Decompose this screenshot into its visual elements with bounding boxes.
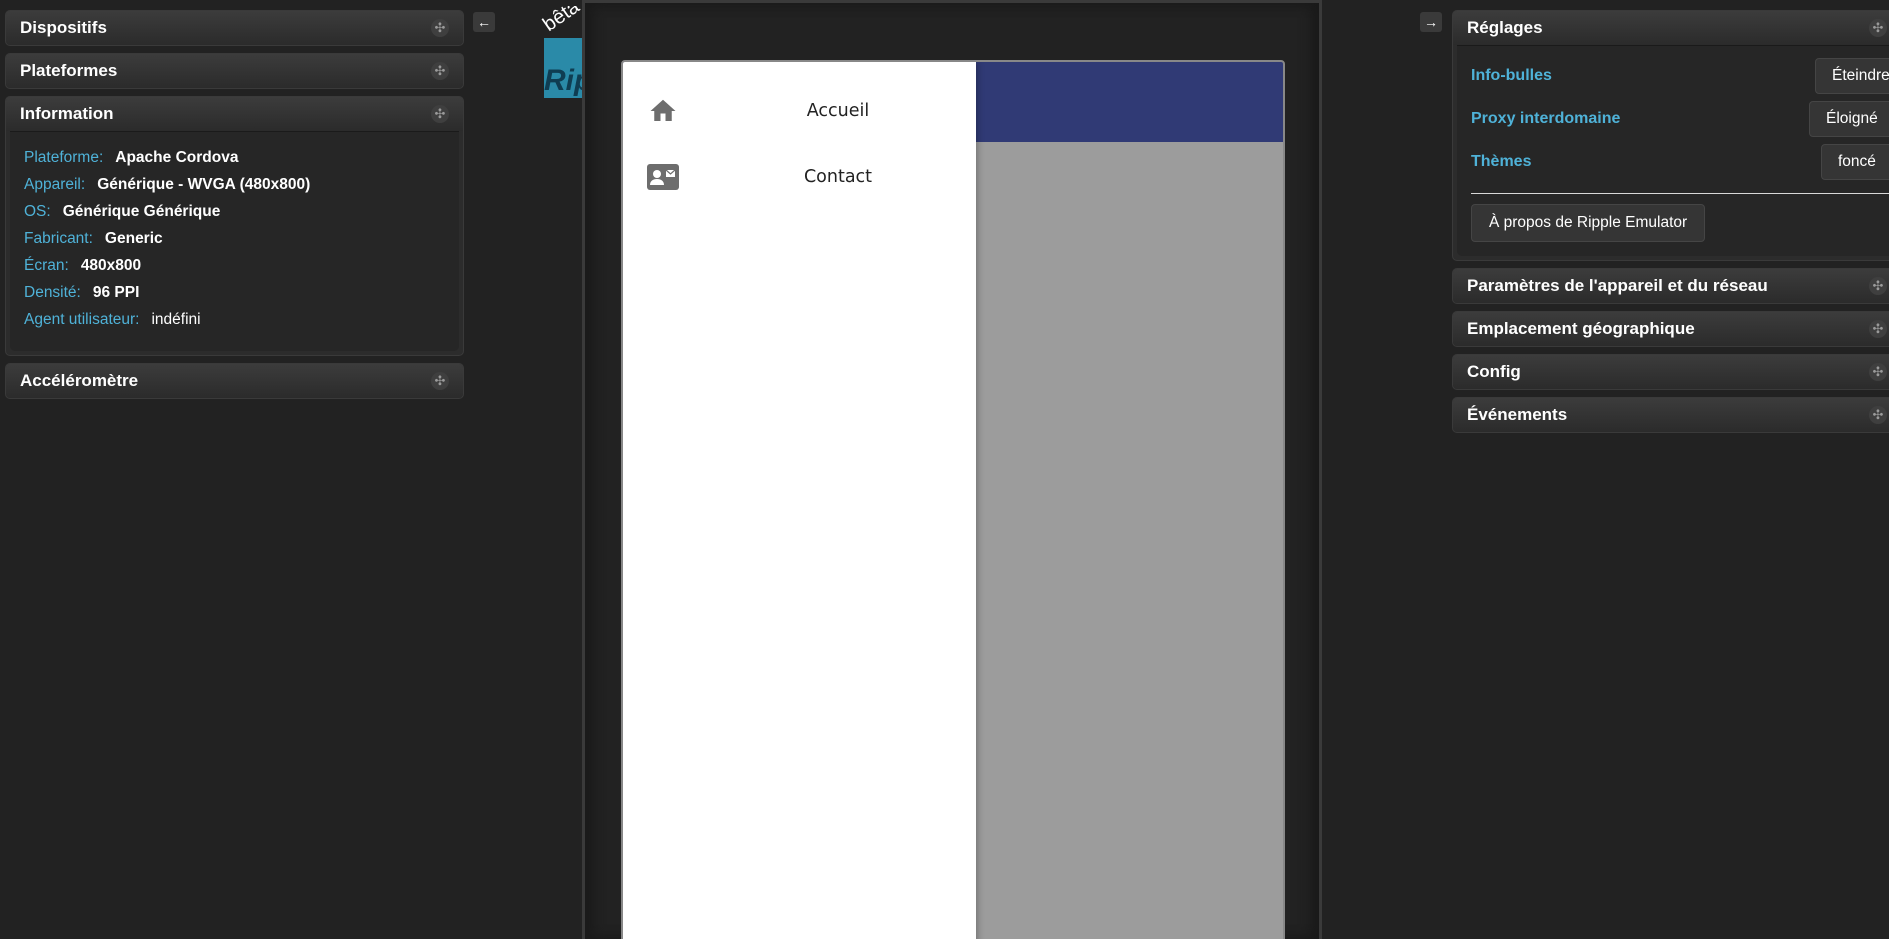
info-value: 96 PPI	[92, 283, 140, 301]
panel-title: Emplacement géographique	[1467, 319, 1695, 338]
move-handle-icon[interactable]: ✣	[431, 105, 449, 123]
panel-accelerometer: Accéléromètre ✣	[5, 363, 464, 399]
info-label: Appareil:	[24, 175, 86, 193]
info-value: Générique Générique	[62, 202, 221, 220]
panel-events: Événements ✣	[1452, 397, 1889, 433]
about-ripple-button[interactable]: À propos de Ripple Emulator	[1471, 204, 1706, 242]
panel-title: Événements	[1467, 405, 1568, 424]
info-row-platform: Plateforme: Apache Cordova	[24, 144, 445, 171]
left-panel-column: Dispositifs ✣ Plateformes ✣ Information …	[5, 10, 464, 406]
panel-title: Accéléromètre	[20, 371, 139, 390]
move-handle-icon[interactable]: ✣	[431, 19, 449, 37]
info-row-device: Appareil: Générique - WVGA (480x800)	[24, 171, 445, 198]
setting-row-tooltips: Info-bulles Éteindre	[1471, 54, 1889, 97]
panel-events-header[interactable]: Événements ✣	[1453, 398, 1889, 432]
panel-devices: Dispositifs ✣	[5, 10, 464, 46]
panel-title: Réglages	[1467, 18, 1543, 37]
panel-geolocation-header[interactable]: Emplacement géographique ✣	[1453, 312, 1889, 346]
move-handle-icon[interactable]: ✣	[1869, 277, 1887, 295]
panel-config: Config ✣	[1452, 354, 1889, 390]
info-value: 480x800	[80, 256, 142, 274]
panel-devices-header[interactable]: Dispositifs ✣	[6, 11, 463, 45]
move-handle-icon[interactable]: ✣	[1869, 363, 1887, 381]
panel-information: Information ✣ Plateforme: Apache Cordova…	[5, 96, 464, 356]
right-panel-column: Réglages ✣ Info-bulles Éteindre Proxy in…	[1452, 10, 1889, 440]
panel-title: Dispositifs	[20, 18, 107, 37]
setting-row-proxy: Proxy interdomaine Éloigné	[1471, 97, 1889, 140]
move-handle-icon[interactable]: ✣	[431, 62, 449, 80]
info-value: Generic	[104, 229, 163, 247]
drawer-item-home[interactable]: Accueil	[623, 78, 976, 144]
information-body: Plateforme: Apache Cordova Appareil: Gén…	[10, 131, 459, 351]
settings-divider	[1471, 193, 1889, 194]
logo-text: Rip	[544, 64, 583, 97]
info-label: Fabricant:	[24, 229, 93, 247]
panel-platforms: Plateformes ✣	[5, 53, 464, 89]
theme-select-button[interactable]: foncé	[1821, 143, 1889, 180]
panel-title: Config	[1467, 362, 1521, 381]
setting-label: Thèmes	[1471, 152, 1532, 170]
collapse-right-arrow-icon[interactable]: →	[1420, 12, 1442, 32]
beta-badge: bêta	[541, 6, 583, 37]
info-label: Écran:	[24, 256, 69, 274]
nav-drawer: Accueil Contact	[623, 62, 976, 939]
panel-device-network: Paramètres de l'appareil et du réseau ✣	[1452, 268, 1889, 304]
panel-geolocation: Emplacement géographique ✣	[1452, 311, 1889, 347]
info-label: Plateforme:	[24, 148, 104, 166]
panel-title: Plateformes	[20, 61, 118, 80]
settings-body: Info-bulles Éteindre Proxy interdomaine …	[1457, 45, 1889, 256]
info-row-manufacturer: Fabricant: Generic	[24, 225, 445, 252]
panel-accelerometer-header[interactable]: Accéléromètre ✣	[6, 364, 463, 398]
move-handle-icon[interactable]: ✣	[431, 372, 449, 390]
move-handle-icon[interactable]: ✣	[1869, 320, 1887, 338]
panel-config-header[interactable]: Config ✣	[1453, 355, 1889, 389]
panel-information-header[interactable]: Information ✣	[6, 97, 463, 131]
info-row-screen: Écran: 480x800	[24, 252, 445, 279]
ripple-logo: Rip bêta	[541, 6, 583, 98]
info-label: OS:	[24, 202, 51, 220]
drawer-item-contact[interactable]: Contact	[623, 144, 976, 210]
panel-title: Information	[20, 104, 114, 123]
info-value: Générique - WVGA (480x800)	[97, 175, 311, 193]
info-row-os: OS: Générique Générique	[24, 198, 445, 225]
panel-settings: Réglages ✣ Info-bulles Éteindre Proxy in…	[1452, 10, 1889, 261]
move-handle-icon[interactable]: ✣	[1869, 406, 1887, 424]
info-label: Densité:	[24, 283, 81, 301]
info-row-user-agent: Agent utilisateur: indéfini	[24, 306, 445, 333]
info-value: indéfini	[151, 310, 201, 328]
collapse-left-arrow-icon[interactable]: ←	[473, 12, 495, 32]
setting-label: Proxy interdomaine	[1471, 109, 1621, 127]
setting-row-themes: Thèmes foncé	[1471, 140, 1889, 183]
drawer-item-label: Accueil	[806, 101, 870, 121]
info-label: Agent utilisateur:	[24, 310, 140, 328]
drawer-item-label: Contact	[803, 167, 873, 187]
proxy-select-button[interactable]: Éloigné	[1809, 100, 1889, 137]
move-handle-icon[interactable]: ✣	[1869, 19, 1887, 37]
panel-device-network-header[interactable]: Paramètres de l'appareil et du réseau ✣	[1453, 269, 1889, 303]
setting-label: Info-bulles	[1471, 66, 1552, 84]
info-row-density: Densité: 96 PPI	[24, 279, 445, 306]
panel-title: Paramètres de l'appareil et du réseau	[1467, 276, 1768, 295]
panel-platforms-header[interactable]: Plateformes ✣	[6, 54, 463, 88]
device-screen[interactable]: Accueil Contact	[621, 60, 1285, 939]
tooltips-toggle-button[interactable]: Éteindre	[1815, 57, 1889, 94]
panel-settings-header[interactable]: Réglages ✣	[1453, 11, 1889, 45]
info-value: Apache Cordova	[115, 148, 239, 166]
